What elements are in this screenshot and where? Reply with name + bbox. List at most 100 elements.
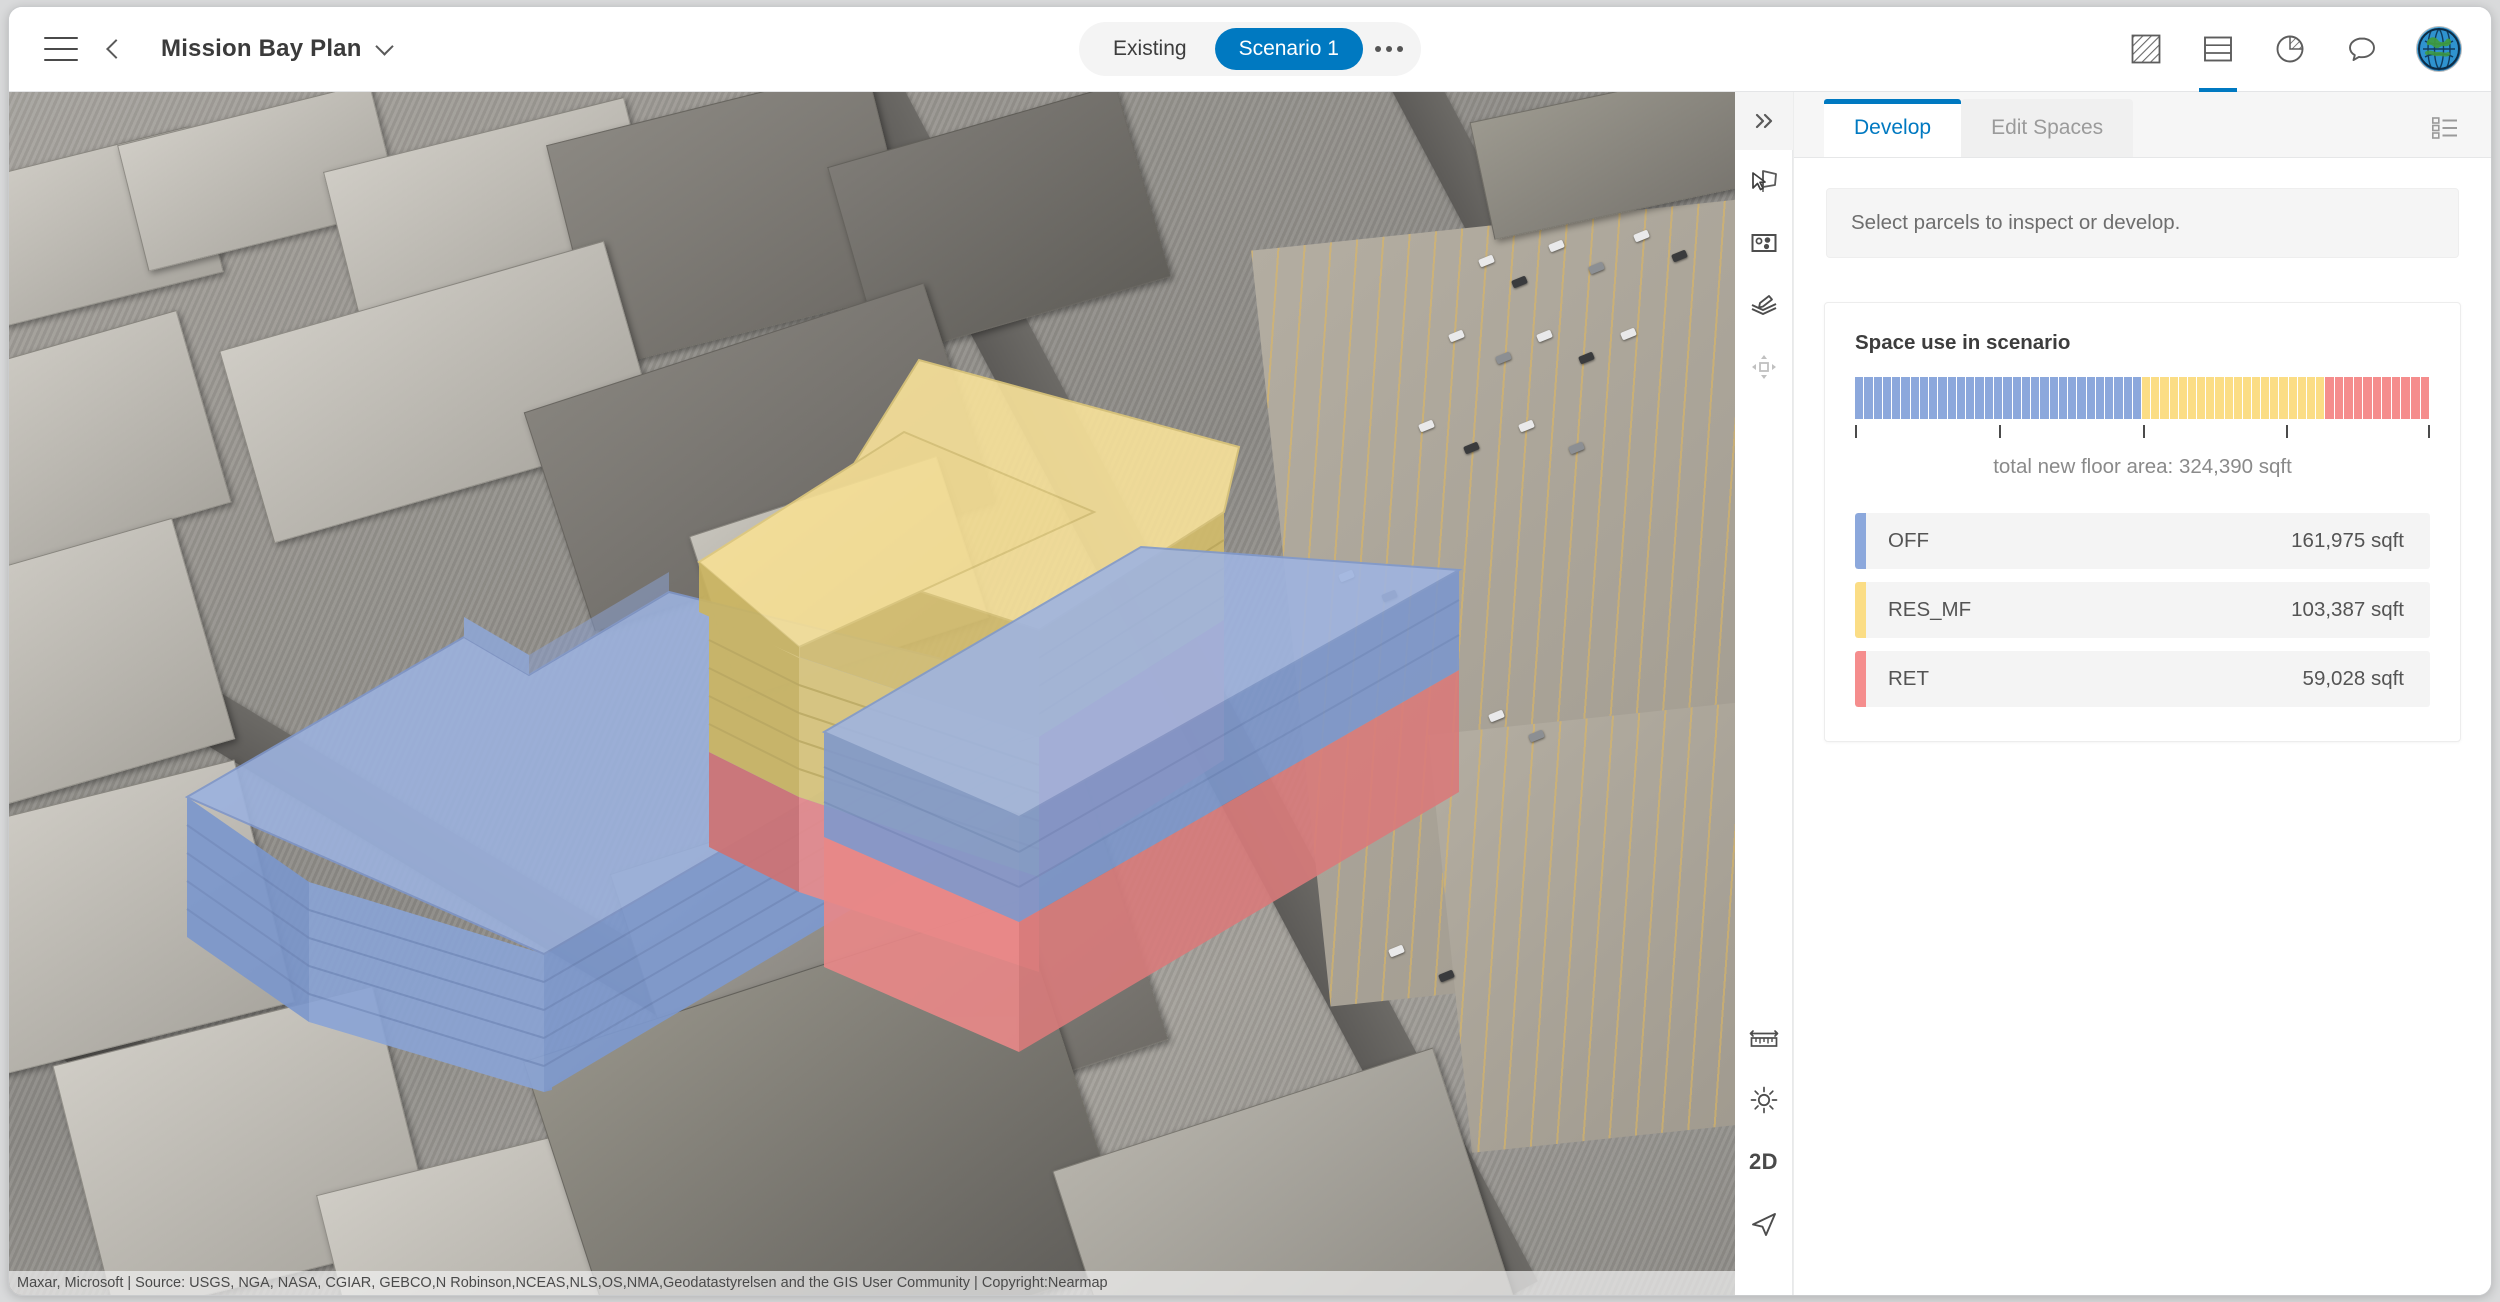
legend-row-res_mf[interactable]: RES_MF 103,387 sqft [1855, 582, 2430, 638]
map-attribution: Maxar, Microsoft | Source: USGS, NGA, NA… [9, 1271, 1735, 1295]
app-header: Mission Bay Plan Existing Scenario 1 [9, 7, 2491, 92]
legend-value: 161,975 sqft [2291, 529, 2404, 552]
legend-row-content: RET 59,028 sqft [1866, 651, 2430, 707]
legend-color-swatch [1855, 651, 1866, 707]
application-window: Mission Bay Plan Existing Scenario 1 Max… [8, 6, 2492, 1296]
bar-stripe [2086, 377, 2096, 419]
bar-stripe [2382, 377, 2392, 419]
select-by-rectangle-icon[interactable] [1735, 212, 1793, 274]
bar-stripe [1956, 377, 1967, 419]
bar-stripe [2049, 377, 2059, 419]
axis-tick [1855, 425, 1857, 438]
tab-develop[interactable]: Develop [1824, 99, 1962, 157]
space-use-segment-off[interactable] [1855, 377, 2143, 419]
bar-stripe [2031, 377, 2041, 419]
bar-stripe [2187, 377, 2198, 419]
bar-stripe [2279, 377, 2289, 419]
legend-value: 103,387 sqft [2291, 598, 2404, 621]
view-mode-label: 2D [1748, 1149, 1779, 1174]
bar-stripe [2077, 377, 2087, 419]
legend-color-swatch [1855, 582, 1866, 638]
bar-stripe [2242, 377, 2252, 419]
bar-stripe [2021, 377, 2032, 419]
axis-tick [2142, 425, 2145, 438]
bar-stripe [2325, 377, 2335, 419]
bar-stripe [2261, 377, 2271, 419]
legend-row-off[interactable]: OFF 161,975 sqft [1855, 513, 2430, 569]
axis-tick [1998, 425, 2001, 438]
comment-bubble-icon[interactable] [2329, 7, 2395, 92]
space-use-axis-ticks [1855, 425, 2430, 447]
daylight-sun-icon[interactable] [1735, 1069, 1793, 1131]
bar-stripe [2391, 377, 2402, 419]
panel-tabbar: Develop Edit Spaces [1794, 92, 2491, 158]
map-tools-sidebar: 2D [1734, 92, 1793, 1295]
measure-ruler-icon[interactable] [1735, 1007, 1793, 1069]
navigation-arrow-icon[interactable] [1735, 1193, 1793, 1255]
bar-stripe [2178, 377, 2188, 419]
parcels-hatch-icon[interactable] [2113, 7, 2179, 92]
bar-stripe [2420, 377, 2430, 419]
bar-stripe [1919, 377, 1930, 419]
bar-stripe [2095, 377, 2106, 419]
pie-chart-icon[interactable] [2257, 7, 2323, 92]
bar-stripe [1864, 377, 1874, 419]
expand-chevrons-icon[interactable] [1734, 92, 1793, 150]
select-parcel-cursor-icon[interactable] [1735, 150, 1793, 212]
bar-stripe [2297, 377, 2307, 419]
bar-stripe [2012, 377, 2022, 419]
bar-stripe [1975, 377, 1985, 419]
user-avatar-globe-icon[interactable] [2417, 27, 2461, 71]
parcel-hint-section: Select parcels to inspect or develop. [1794, 158, 2491, 302]
bar-stripe [2114, 377, 2124, 419]
bar-stripe [1873, 377, 1883, 419]
bar-stripe [2169, 377, 2179, 419]
bar-stripe [1947, 377, 1957, 419]
legend-row-content: OFF 161,975 sqft [1866, 513, 2430, 569]
scenario-more-ellipsis-icon[interactable] [1367, 32, 1411, 66]
bar-stripe [2411, 377, 2421, 419]
bar-stripe [2344, 377, 2354, 419]
bar-stripe [1910, 377, 1920, 419]
bar-stripe [2142, 377, 2152, 419]
tab-edit-spaces[interactable]: Edit Spaces [1961, 99, 2134, 157]
bar-stripe [1901, 377, 1911, 419]
scenario-tab-existing[interactable]: Existing [1089, 28, 1211, 70]
app-body: Maxar, Microsoft | Source: USGS, NGA, NA… [9, 92, 2491, 1295]
bar-stripe [2206, 377, 2216, 419]
axis-tick [2286, 425, 2289, 438]
bar-stripe [2215, 377, 2225, 419]
bar-stripe [2040, 377, 2050, 419]
scenario-switcher: Existing Scenario 1 [1079, 22, 1421, 76]
space-use-segment-res_mf[interactable] [2142, 377, 2326, 419]
legend-row-ret[interactable]: RET 59,028 sqft [1855, 651, 2430, 707]
bar-stripe [2288, 377, 2298, 419]
space-use-card: Space use in scenario total new floor ar… [1824, 302, 2461, 742]
bar-stripe [2270, 377, 2280, 419]
move-pan-icon[interactable] [1735, 336, 1793, 398]
edit-layers-pencil-icon[interactable] [1735, 274, 1793, 336]
bar-stripe [1855, 377, 1865, 419]
bar-stripe [2224, 377, 2234, 419]
space-use-title: Space use in scenario [1855, 331, 2071, 354]
title-chevron-down-icon[interactable] [374, 36, 394, 56]
bar-stripe [2068, 377, 2078, 419]
view-mode-toggle-2d[interactable]: 2D [1735, 1131, 1793, 1193]
scenario-tab-scenario-1[interactable]: Scenario 1 [1214, 28, 1363, 70]
layers-table-icon[interactable] [2185, 7, 2251, 92]
back-chevron-left-icon[interactable] [87, 23, 139, 75]
bar-stripe [2233, 377, 2243, 419]
parcel-selection-hint: Select parcels to inspect or develop. [1826, 188, 2459, 258]
legend-value: 59,028 sqft [2302, 667, 2404, 690]
legend-label: RET [1888, 667, 1929, 690]
bar-stripe [2306, 377, 2317, 419]
map-3d-scene-view[interactable]: Maxar, Microsoft | Source: USGS, NGA, NA… [9, 92, 1735, 1295]
legend-label: OFF [1888, 529, 1929, 552]
hamburger-menu-icon[interactable] [35, 23, 87, 75]
space-use-segment-ret[interactable] [2325, 377, 2430, 419]
legend-label: RES_MF [1888, 598, 1972, 621]
legend-list-icon[interactable] [2425, 108, 2465, 148]
bar-stripe [1929, 377, 1939, 419]
bar-stripe [2316, 377, 2326, 419]
bar-stripe [2003, 377, 2013, 419]
